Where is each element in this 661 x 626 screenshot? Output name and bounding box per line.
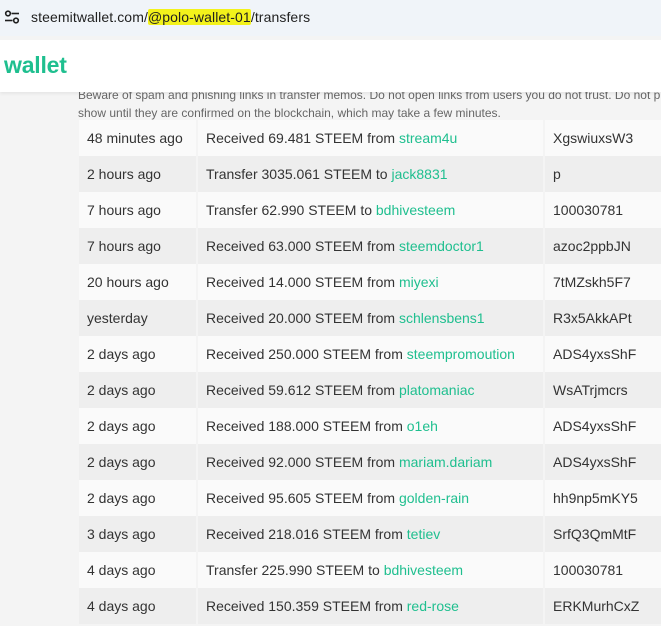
- transfer-time: 2 days ago: [79, 336, 198, 372]
- transfer-description: Received 20.000 STEEM from schlensbens1: [197, 300, 545, 336]
- table-row: yesterday Received 20.000 STEEM from schl…: [79, 300, 661, 336]
- transfer-description: Received 150.359 STEEM from red-rose: [197, 588, 545, 624]
- transfer-time: yesterday: [79, 300, 198, 336]
- transfer-description: Received 59.612 STEEM from platomaniac: [197, 372, 545, 408]
- url-domain: steemitwallet.com/: [31, 9, 148, 25]
- app-header: wallet: [0, 40, 661, 92]
- transfer-time: 2 hours ago: [79, 156, 198, 192]
- account-link[interactable]: steempromoution: [407, 346, 515, 362]
- transfer-history-table: 48 minutes ago Received 69.481 STEEM from…: [79, 120, 661, 624]
- transfer-description: Transfer 225.990 STEEM to bdhivesteem: [197, 552, 545, 588]
- transfer-memo: 100030781: [544, 192, 661, 228]
- transfer-description: Received 95.605 STEEM from golden-rain: [197, 480, 545, 516]
- transfer-time: 4 days ago: [79, 588, 198, 624]
- account-link[interactable]: bdhivesteem: [384, 562, 463, 578]
- transfer-memo: ADS4yxsShF: [544, 408, 661, 444]
- table-row: 20 hours ago Received 14.000 STEEM from m…: [79, 264, 661, 300]
- brand-logo[interactable]: wallet: [4, 52, 67, 79]
- transfer-memo: azoc2ppbJN: [544, 228, 661, 264]
- url-account-highlight: @polo-wallet-01: [147, 9, 251, 25]
- transfer-description: Received 92.000 STEEM from mariam.dariam: [197, 444, 545, 480]
- url-text[interactable]: steemitwallet.com/@polo-wallet-01/transf…: [31, 9, 310, 25]
- table-row: 2 hours ago Transfer 3035.061 STEEM to ja…: [79, 156, 661, 192]
- account-link[interactable]: golden-rain: [399, 490, 469, 506]
- account-link[interactable]: stream4u: [399, 130, 457, 146]
- transfer-time: 4 days ago: [79, 552, 198, 588]
- account-link[interactable]: o1eh: [407, 418, 438, 434]
- table-row: 2 days ago Received 188.000 STEEM from o1…: [79, 408, 661, 444]
- transfer-description: Transfer 62.990 STEEM to bdhivesteem: [197, 192, 545, 228]
- transfer-action: Received 69.481 STEEM from: [206, 130, 399, 146]
- transfer-description: Received 218.016 STEEM from tetiev: [197, 516, 545, 552]
- account-link[interactable]: steemdoctor1: [399, 238, 484, 254]
- table-row: 48 minutes ago Received 69.481 STEEM from…: [79, 120, 661, 156]
- table-row: 7 hours ago Transfer 62.990 STEEM to bdhi…: [79, 192, 661, 228]
- transfer-memo: 7tMZskh5F7: [544, 264, 661, 300]
- transfer-description: Received 63.000 STEEM from steemdoctor1: [197, 228, 545, 264]
- table-row: 4 days ago Received 150.359 STEEM from re…: [79, 588, 661, 624]
- transfer-time: 2 days ago: [79, 480, 198, 516]
- transfer-time: 20 hours ago: [79, 264, 198, 300]
- transfer-memo: ERKMurhCxZ: [544, 588, 661, 624]
- account-link[interactable]: schlensbens1: [399, 310, 485, 326]
- table-row: 2 days ago Received 59.612 STEEM from pla…: [79, 372, 661, 408]
- table-row: 4 days ago Transfer 225.990 STEEM to bdhi…: [79, 552, 661, 588]
- transfer-time: 2 days ago: [79, 408, 198, 444]
- account-link[interactable]: mariam.dariam: [399, 454, 492, 470]
- transfer-time: 7 hours ago: [79, 228, 198, 264]
- transfer-time: 7 hours ago: [79, 192, 198, 228]
- transfer-action: Received 63.000 STEEM from: [206, 238, 399, 254]
- transfer-description: Received 69.481 STEEM from stream4u: [197, 120, 545, 156]
- tune-icon[interactable]: [3, 8, 21, 26]
- account-link[interactable]: jack8831: [391, 166, 447, 182]
- transfer-description: Received 250.000 STEEM from steempromout…: [197, 336, 545, 372]
- transfer-description: Received 188.000 STEEM from o1eh: [197, 408, 545, 444]
- transfer-memo: WsATrjmcrs: [544, 372, 661, 408]
- transfer-description: Transfer 3035.061 STEEM to jack8831: [197, 156, 545, 192]
- account-link[interactable]: red-rose: [407, 598, 459, 614]
- transfer-memo: hh9np5mKY5: [544, 480, 661, 516]
- url-path: /transfers: [250, 9, 311, 25]
- transfer-time: 2 days ago: [79, 444, 198, 480]
- transfer-memo: p: [544, 156, 661, 192]
- transfer-action: Transfer 3035.061 STEEM to: [206, 166, 392, 182]
- transfer-memo: R3x5AkkAPt: [544, 300, 661, 336]
- table-row: 3 days ago Received 218.016 STEEM from te…: [79, 516, 661, 552]
- table-row: 7 hours ago Received 63.000 STEEM from st…: [79, 228, 661, 264]
- account-link[interactable]: platomaniac: [399, 382, 475, 398]
- transfer-action: Received 20.000 STEEM from: [206, 310, 399, 326]
- account-link[interactable]: tetiev: [407, 526, 440, 542]
- transfer-action: Received 150.359 STEEM from: [206, 598, 407, 614]
- page-content: Beware of spam and phishing links in tra…: [0, 36, 661, 626]
- transfer-description: Received 14.000 STEEM from miyexi: [197, 264, 545, 300]
- transfer-action: Received 188.000 STEEM from: [206, 418, 407, 434]
- transfer-memo: ADS4yxsShF: [544, 444, 661, 480]
- browser-address-bar[interactable]: steemitwallet.com/@polo-wallet-01/transf…: [0, 0, 661, 36]
- account-link[interactable]: miyexi: [399, 274, 439, 290]
- transfer-action: Received 92.000 STEEM from: [206, 454, 399, 470]
- transfer-action: Received 250.000 STEEM from: [206, 346, 407, 362]
- transfer-memo: ADS4yxsShF: [544, 336, 661, 372]
- transfer-action: Transfer 225.990 STEEM to: [206, 562, 384, 578]
- transfer-time: 2 days ago: [79, 372, 198, 408]
- transfer-action: Transfer 62.990 STEEM to: [206, 202, 376, 218]
- transfer-action: Received 14.000 STEEM from: [206, 274, 399, 290]
- transfer-action: Received 218.016 STEEM from: [206, 526, 407, 542]
- transfer-time: 48 minutes ago: [79, 120, 198, 156]
- table-row: 2 days ago Received 92.000 STEEM from mar…: [79, 444, 661, 480]
- transfer-time: 3 days ago: [79, 516, 198, 552]
- account-link[interactable]: bdhivesteem: [376, 202, 455, 218]
- table-row: 2 days ago Received 250.000 STEEM from st…: [79, 336, 661, 372]
- transfer-action: Received 95.605 STEEM from: [206, 490, 399, 506]
- transfer-memo: XgswiuxsW3: [544, 120, 661, 156]
- transfer-action: Received 59.612 STEEM from: [206, 382, 399, 398]
- transfer-memo: 100030781: [544, 552, 661, 588]
- table-row: 2 days ago Received 95.605 STEEM from gol…: [79, 480, 661, 516]
- transfer-memo: SrfQ3QmMtF: [544, 516, 661, 552]
